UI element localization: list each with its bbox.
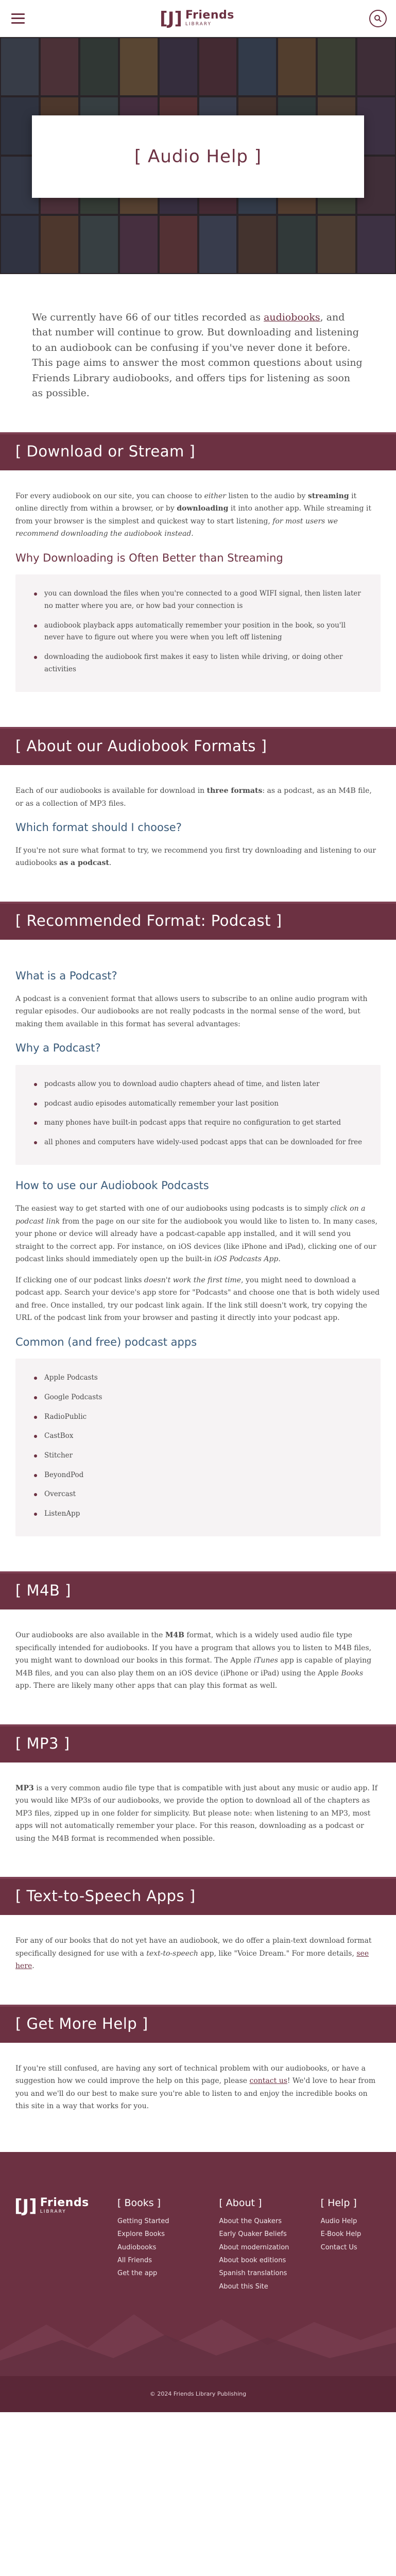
subheading: Common (and free) podcast apps (15, 1335, 197, 1348)
intro-text: We currently have 66 of our titles recor… (32, 312, 363, 399)
list-item: RadioPublic (29, 1411, 367, 1423)
section-title: [ MP3 ] (15, 1734, 70, 1752)
list-item: podcasts allow you to download audio cha… (29, 1078, 367, 1091)
section-mp3: MP3 is a very common audio file type tha… (0, 1762, 396, 1877)
section-more-help: If you're still confused, are having any… (0, 2043, 396, 2152)
search-icon (374, 14, 382, 22)
bullet-list: podcasts allow you to download audio cha… (15, 1064, 381, 1165)
logo-subtitle: LIBRARY (185, 22, 212, 27)
section-title: [ Recommended Format: Podcast ] (15, 911, 282, 929)
footer-logo[interactable]: [J] Friends LIBRARY (14, 2197, 117, 2293)
list-item: all phones and computers have widely-use… (29, 1137, 367, 1149)
footer-col-help: [ Help ] Audio Help E-Book Help Contact … (321, 2197, 382, 2293)
subheading: Why Downloading is Often Better than Str… (15, 551, 283, 564)
footer-link[interactable]: About book editions (219, 2254, 320, 2267)
site-logo[interactable]: [J] Friends LIBRARY (160, 10, 234, 27)
list-item: many phones have built-in podcast apps t… (29, 1117, 367, 1129)
footer-link[interactable]: E-Book Help (321, 2228, 382, 2241)
podcast-app-list: Apple Podcasts Google Podcasts RadioPubl… (15, 1359, 381, 1537)
section-header-tts: [ Text-to-Speech Apps ] (0, 1877, 396, 1916)
footer-link[interactable]: About this Site (219, 2280, 320, 2293)
list-item: ListenApp (29, 1508, 367, 1520)
footer-bottom-bar: © 2024 Friends Library Publishing (0, 2376, 396, 2412)
footer-link[interactable]: About the Quakers (219, 2215, 320, 2228)
audiobooks-link[interactable]: audiobooks (264, 312, 320, 323)
paragraph: For any of our books that do not yet hav… (15, 1937, 372, 1971)
list-item: CastBox (29, 1430, 367, 1443)
list-item: Stitcher (29, 1450, 367, 1462)
footer-col-about: [ About ] About the Quakers Early Quaker… (219, 2197, 320, 2293)
paragraph: If clicking one of our podcast links doe… (15, 1276, 380, 1323)
list-item: podcast audio episodes automatically rem… (29, 1098, 367, 1110)
section-header-podcast: [ Recommended Format: Podcast ] (0, 901, 396, 940)
paragraph: For every audiobook on our site, you can… (15, 492, 371, 538)
menu-icon[interactable] (11, 13, 25, 24)
subheading: Why a Podcast? (15, 1042, 101, 1055)
subheading: How to use our Audiobook Podcasts (15, 1179, 209, 1192)
logo-mark: [J] (160, 8, 182, 29)
paragraph: The easiest way to get started with one … (15, 1205, 378, 1264)
copyright-text: © 2024 Friends Library Publishing (149, 2391, 247, 2398)
section-title: [ About our Audiobook Formats ] (15, 737, 267, 755)
section-header-download: [ Download or Stream ] (0, 432, 396, 470)
logo-title: Friends (185, 9, 234, 22)
subheading: What is a Podcast? (15, 969, 117, 982)
search-button[interactable] (369, 9, 387, 27)
list-item: Overcast (29, 1488, 367, 1501)
list-item: BeyondPod (29, 1469, 367, 1482)
footer-link[interactable]: Contact Us (321, 2241, 382, 2254)
site-footer: [J] Friends LIBRARY [ Books ] Getting St… (0, 2151, 396, 2412)
hero-banner: [ Audio Help ] (0, 37, 396, 274)
footer-link[interactable]: Getting Started (117, 2215, 219, 2228)
section-title: [ Text-to-Speech Apps ] (15, 1887, 196, 1905)
section-header-formats: [ About our Audiobook Formats ] (0, 727, 396, 766)
section-header-more-help: [ Get More Help ] (0, 2004, 396, 2043)
footer-col-books: [ Books ] Getting Started Explore Books … (117, 2197, 219, 2293)
footer-link[interactable]: Explore Books (117, 2228, 219, 2241)
footer-link[interactable]: Spanish translations (219, 2267, 320, 2280)
page-title: [ Audio Help ] (134, 146, 262, 167)
footer-link[interactable]: All Friends (117, 2254, 219, 2267)
paragraph: Each of our audiobooks is available for … (15, 787, 372, 808)
hero-title-box: [ Audio Help ] (32, 115, 364, 198)
subheading: Which format should I choose? (15, 821, 182, 834)
section-title: [ M4B ] (15, 1582, 71, 1600)
list-item: you can download the files when you're c… (29, 588, 367, 612)
site-header: [J] Friends LIBRARY (0, 0, 396, 37)
section-tts: For any of our books that do not yet hav… (0, 1915, 396, 2005)
section-formats: Each of our audiobooks is available for … (0, 765, 396, 902)
footer-link[interactable]: Audiobooks (117, 2241, 219, 2254)
paragraph: Our audiobooks are also available in the… (15, 1631, 372, 1690)
section-title: [ Get More Help ] (15, 2014, 148, 2032)
paragraph: If you're not sure what format to try, w… (15, 846, 376, 868)
list-item: Google Podcasts (29, 1392, 367, 1404)
footer-link[interactable]: Audio Help (321, 2215, 382, 2228)
paragraph: MP3 is a very common audio file type tha… (15, 1784, 377, 1843)
section-download: For every audiobook on our site, you can… (0, 470, 396, 727)
footer-link[interactable]: Early Quaker Beliefs (219, 2228, 320, 2241)
section-m4b: Our audiobooks are also available in the… (0, 1609, 396, 1724)
mountains-graphic (0, 2314, 396, 2376)
section-header-mp3: [ MP3 ] (0, 1724, 396, 1762)
contact-us-link[interactable]: contact us (250, 2077, 287, 2085)
section-podcast: What is a Podcast? A podcast is a conven… (0, 940, 396, 1572)
paragraph: If you're still confused, are having any… (15, 2064, 376, 2111)
list-item: Apple Podcasts (29, 1372, 367, 1384)
list-item: audiobook playback apps automatically re… (29, 620, 367, 644)
footer-link[interactable]: About modernization (219, 2241, 320, 2254)
list-item: downloading the audiobook first makes it… (29, 651, 367, 675)
section-header-m4b: [ M4B ] (0, 1571, 396, 1610)
footer-link[interactable]: Get the app (117, 2267, 219, 2280)
bullet-list: you can download the files when you're c… (15, 574, 381, 692)
paragraph: A podcast is a convenient format that al… (15, 994, 368, 1028)
section-title: [ Download or Stream ] (15, 442, 196, 460)
